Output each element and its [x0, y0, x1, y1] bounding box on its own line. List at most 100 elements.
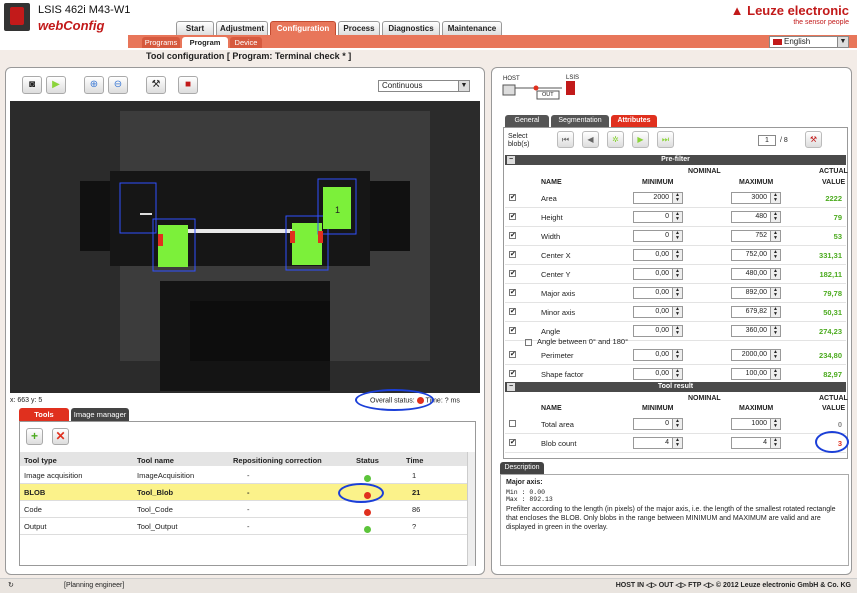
spinner-arrows-icon[interactable]: ▲ ▼	[770, 250, 780, 260]
tools-scrollbar[interactable]	[467, 452, 475, 566]
row-checkbox[interactable]: ✔	[509, 213, 516, 220]
tab-adjustment[interactable]: Adjustment	[216, 21, 268, 35]
col-status[interactable]: Status	[356, 456, 379, 465]
spinner-arrows-icon[interactable]: ▲ ▼	[770, 288, 780, 298]
col-tool-type[interactable]: Tool type	[24, 456, 57, 465]
tab-tools[interactable]: Tools	[19, 408, 69, 421]
tab-attributes[interactable]: Attributes	[611, 115, 657, 127]
min-spinner[interactable]: 4 ▲ ▼	[633, 437, 683, 449]
spinner-arrows-icon[interactable]: ▲ ▼	[672, 250, 682, 260]
row-checkbox[interactable]: ✔	[509, 194, 516, 201]
row-checkbox[interactable]: ✔	[509, 251, 516, 258]
filter-row[interactable]: ✔ Area 2000 ▲ ▼ 3000 ▲ ▼ 2222	[505, 189, 846, 208]
min-spinner[interactable]: 0 ▲ ▼	[633, 418, 683, 430]
row-checkbox[interactable]: ✔	[509, 308, 516, 315]
row-checkbox[interactable]: ✔	[509, 270, 516, 277]
spinner-arrows-icon[interactable]: ▲ ▼	[672, 307, 682, 317]
gear-icon[interactable]: ✲	[607, 131, 624, 148]
spinner-arrows-icon[interactable]: ▲ ▼	[672, 269, 682, 279]
row-checkbox[interactable]: ✔	[509, 289, 516, 296]
spinner-arrows-icon[interactable]: ▲ ▼	[672, 288, 682, 298]
first-blob-icon[interactable]: ⏮	[557, 131, 574, 148]
min-spinner[interactable]: 2000 ▲ ▼	[633, 192, 683, 204]
spinner-arrows-icon[interactable]: ▲ ▼	[672, 212, 682, 222]
tab-start[interactable]: Start	[176, 21, 214, 35]
wrench-icon[interactable]: ⚒	[146, 76, 166, 94]
row-checkbox[interactable]	[509, 420, 516, 427]
min-spinner[interactable]: 0,00 ▲ ▼	[633, 349, 683, 361]
row-checkbox[interactable]: ✔	[509, 439, 516, 446]
spinner-arrows-icon[interactable]: ▲ ▼	[672, 419, 682, 429]
tab-process[interactable]: Process	[338, 21, 380, 35]
mode-select[interactable]: Continuous ▼	[378, 80, 470, 92]
max-spinner[interactable]: 3000 ▲ ▼	[731, 192, 781, 204]
play-icon[interactable]: ▶	[46, 76, 66, 94]
col-repositioning[interactable]: Repositioning correction	[233, 456, 322, 465]
subtab-device[interactable]: Device	[230, 37, 262, 48]
refresh-icon[interactable]: ↻	[8, 579, 14, 593]
filter-row[interactable]: ✔ Height 0 ▲ ▼ 480 ▲ ▼ 79	[505, 208, 846, 227]
filter-row[interactable]: ✔ Center X 0,00 ▲ ▼ 752,00 ▲ ▼ 331,31	[505, 246, 846, 265]
subtab-programs[interactable]: Programs	[142, 37, 180, 48]
filter-row[interactable]: ✔ Major axis 0,00 ▲ ▼ 892,00 ▲ ▼ 79,78	[505, 284, 846, 303]
max-spinner[interactable]: 892,00 ▲ ▼	[731, 287, 781, 299]
spinner-arrows-icon[interactable]: ▲ ▼	[770, 193, 780, 203]
table-row[interactable]: Output Tool_Output - ?	[20, 518, 467, 535]
min-spinner[interactable]: 0,00 ▲ ▼	[633, 306, 683, 318]
min-spinner[interactable]: 0,00 ▲ ▼	[633, 325, 683, 337]
subtab-program[interactable]: Program	[182, 37, 228, 48]
camera-icon[interactable]: ◙	[22, 76, 42, 94]
row-checkbox[interactable]: ✔	[509, 370, 516, 377]
tab-maintenance[interactable]: Maintenance	[442, 21, 502, 35]
spinner-arrows-icon[interactable]: ▲ ▼	[672, 369, 682, 379]
zoom-in-icon[interactable]: ⊕	[84, 76, 104, 94]
spinner-arrows-icon[interactable]: ▲ ▼	[672, 231, 682, 241]
max-spinner[interactable]: 360,00 ▲ ▼	[731, 325, 781, 337]
table-row[interactable]: BLOB Tool_Blob - 21	[20, 484, 467, 501]
language-select[interactable]: English ▼	[769, 36, 849, 48]
angle-option[interactable]: Angle between 0° and 180°	[525, 337, 628, 346]
blob-index-input[interactable]: 1	[758, 135, 776, 146]
tab-general[interactable]: General	[505, 115, 549, 127]
table-row[interactable]: Code Tool_Code - 86	[20, 501, 467, 518]
add-tool-button[interactable]: +	[26, 428, 43, 445]
row-checkbox[interactable]: ✔	[509, 351, 516, 358]
min-spinner[interactable]: 0 ▲ ▼	[633, 211, 683, 223]
filter-row[interactable]: ✔ Width 0 ▲ ▼ 752 ▲ ▼ 53	[505, 227, 846, 246]
col-tool-name[interactable]: Tool name	[137, 456, 174, 465]
collapse-icon[interactable]: −	[507, 383, 515, 391]
spinner-arrows-icon[interactable]: ▲ ▼	[770, 350, 780, 360]
spinner-arrows-icon[interactable]: ▲ ▼	[770, 269, 780, 279]
filter-row[interactable]: Total area 0 ▲ ▼ 1000 ▲ ▼ 0	[505, 415, 846, 434]
collapse-icon[interactable]: −	[507, 156, 515, 164]
spinner-arrows-icon[interactable]: ▲ ▼	[672, 350, 682, 360]
spinner-arrows-icon[interactable]: ▲ ▼	[770, 369, 780, 379]
row-checkbox[interactable]: ✔	[509, 327, 516, 334]
tab-configuration[interactable]: Configuration	[270, 21, 336, 35]
max-spinner[interactable]: 480 ▲ ▼	[731, 211, 781, 223]
max-spinner[interactable]: 679,82 ▲ ▼	[731, 306, 781, 318]
row-checkbox[interactable]: ✔	[509, 232, 516, 239]
min-spinner[interactable]: 0,00 ▲ ▼	[633, 287, 683, 299]
spinner-arrows-icon[interactable]: ▲ ▼	[672, 326, 682, 336]
spinner-arrows-icon[interactable]: ▲ ▼	[672, 438, 682, 448]
spinner-arrows-icon[interactable]: ▲ ▼	[770, 326, 780, 336]
col-time[interactable]: Time	[406, 456, 423, 465]
wrench-icon[interactable]: ⚒	[805, 131, 822, 148]
tab-segmentation[interactable]: Segmentation	[551, 115, 609, 127]
min-spinner[interactable]: 0,00 ▲ ▼	[633, 249, 683, 261]
spinner-arrows-icon[interactable]: ▲ ▼	[770, 438, 780, 448]
delete-tool-button[interactable]: ✕	[52, 428, 69, 445]
prev-blob-icon[interactable]: ◀	[582, 131, 599, 148]
max-spinner[interactable]: 752,00 ▲ ▼	[731, 249, 781, 261]
program-icon[interactable]: ■	[178, 76, 198, 94]
next-blob-icon[interactable]: ▶	[632, 131, 649, 148]
spinner-arrows-icon[interactable]: ▲ ▼	[770, 231, 780, 241]
min-spinner[interactable]: 0,00 ▲ ▼	[633, 368, 683, 380]
max-spinner[interactable]: 1000 ▲ ▼	[731, 418, 781, 430]
last-blob-icon[interactable]: ⏭	[657, 131, 674, 148]
camera-image[interactable]: 1	[10, 101, 480, 393]
tab-image-manager[interactable]: Image manager	[71, 408, 129, 421]
filter-row[interactable]: ✔ Blob count 4 ▲ ▼ 4 ▲ ▼ 3	[505, 434, 846, 453]
spinner-arrows-icon[interactable]: ▲ ▼	[770, 419, 780, 429]
